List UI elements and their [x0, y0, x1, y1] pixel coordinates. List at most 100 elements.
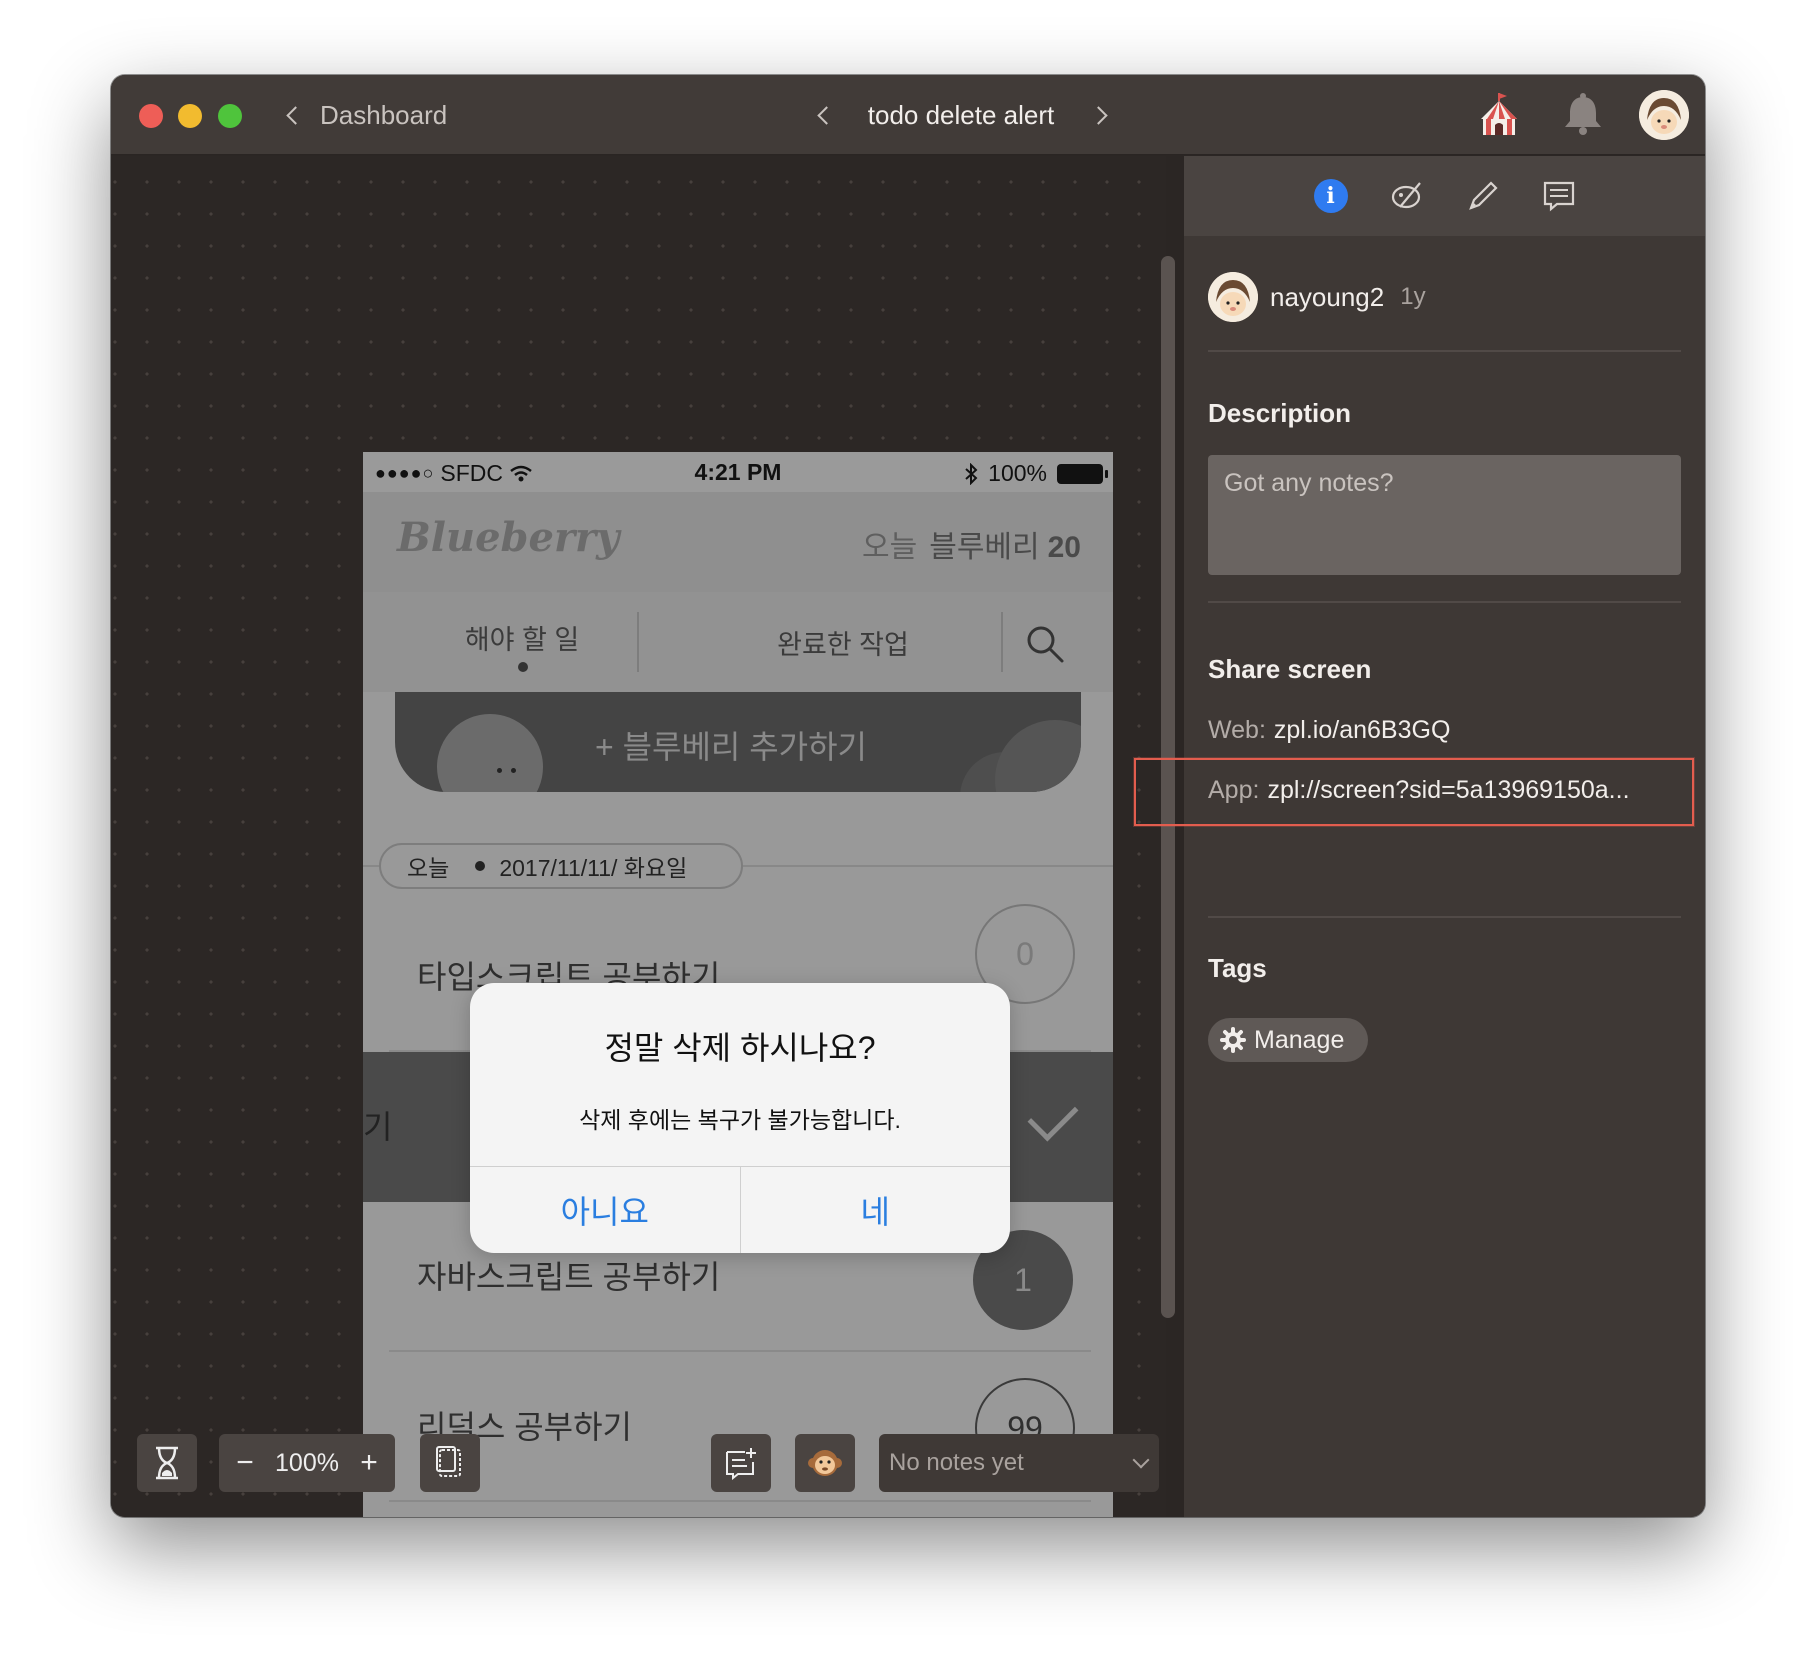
description-heading: Description [1208, 398, 1352, 428]
owner-avatar[interactable] [1208, 272, 1258, 322]
tags-heading: Tags [1208, 953, 1267, 983]
add-note-button[interactable] [711, 1434, 771, 1492]
app-tabs: 해야 할 일 완료한 작업 [363, 592, 1113, 692]
add-blueberry-label: + 블루베리 추가하기 [595, 729, 867, 765]
date-value: 2017/11/11/ 화요일 [499, 855, 688, 881]
user-avatar[interactable] [1639, 90, 1689, 140]
description-input[interactable] [1208, 455, 1681, 575]
back-link-label: Dashboard [320, 99, 448, 130]
today-label: 오늘 [862, 531, 918, 564]
delete-alert-dialog: 정말 삭제 하시나요? 삭제 후에는 복구가 불가능합니다. 아니요 네 [470, 983, 1010, 1253]
zoom-in-button[interactable]: + [357, 1446, 381, 1480]
battery-percent: 100% [988, 460, 1047, 486]
blueberry-logo: Blueberry [397, 514, 620, 561]
tab-todo-label: 해야 할 일 [464, 624, 580, 655]
frame-icon [436, 1446, 461, 1477]
share-screen-heading: Share screen [1208, 654, 1372, 684]
tab-draw[interactable] [1463, 176, 1503, 216]
inspector-tabs: i [1184, 156, 1705, 236]
previous-screen-button[interactable] [804, 95, 844, 135]
decorative-bubble [995, 720, 1081, 792]
section-divider [1208, 601, 1681, 603]
date-badge: 오늘 2017/11/11/ 화요일 [379, 843, 743, 889]
alert-confirm-button[interactable]: 네 [739, 1167, 1011, 1253]
ios-status-bar: ●●●●○ SFDC 4:21 PM 100% [363, 452, 1113, 492]
title-bar: Dashboard todo delete alert [111, 75, 1705, 155]
back-to-dashboard-link[interactable]: Dashboard [283, 95, 447, 135]
chevron-right-icon [1089, 105, 1108, 125]
row-divider [389, 1500, 1091, 1502]
search-icon[interactable] [1023, 622, 1067, 666]
count-label: 블루베리 [929, 531, 1040, 564]
owner-timestamp: 1y [1400, 283, 1426, 310]
alert-title: 정말 삭제 하시나요? [604, 1030, 876, 1066]
notes-dropdown-label: No notes yet [889, 1449, 1024, 1476]
tab-divider [1001, 612, 1003, 672]
screen-title: todo delete alert [867, 99, 1055, 130]
minimize-window-button[interactable] [178, 104, 202, 128]
todo-label: 기 [363, 1109, 393, 1145]
alert-cancel-button[interactable]: 아니요 [470, 1167, 740, 1253]
avatar-face-icon [1208, 272, 1258, 322]
active-tab-indicator [518, 662, 528, 672]
bullet-icon [475, 861, 486, 871]
screen-navigation: todo delete alert [761, 95, 1161, 135]
info-icon: i [1313, 179, 1348, 213]
manage-tags-label: Manage [1254, 1025, 1345, 1054]
version-history-button[interactable] [137, 1434, 197, 1492]
section-divider [1208, 350, 1681, 352]
monkey-button[interactable] [795, 1434, 855, 1492]
toggle-frame-button[interactable] [420, 1434, 480, 1492]
hourglass-icon [156, 1446, 178, 1480]
tab-info[interactable]: i [1311, 176, 1351, 216]
section-divider [1208, 916, 1681, 918]
date-today-label: 오늘 [407, 855, 450, 881]
palette-icon [1391, 182, 1421, 209]
design-canvas[interactable]: ●●●●○ SFDC 4:21 PM 100% Blueberry 오늘 블루베… [111, 156, 1175, 1517]
count-value: 20 [1047, 531, 1081, 564]
circus-tent-icon[interactable] [1473, 89, 1525, 141]
web-link-label: Web: [1208, 716, 1266, 744]
notes-list-icon [1543, 181, 1574, 212]
add-note-icon [726, 1448, 756, 1480]
zoom-window-button[interactable] [218, 104, 242, 128]
web-link-url[interactable]: zpl.io/an6B3GQ [1274, 716, 1451, 744]
blueberry-face-icon [437, 714, 543, 792]
gear-icon [1220, 1027, 1246, 1053]
notes-dropdown[interactable]: No notes yet [879, 1434, 1159, 1492]
inspector-panel: i nayoung2 1y Description Got any notes?… [1184, 156, 1705, 1517]
tab-done-label: 완료한 작업 [777, 629, 909, 660]
screen-owner: nayoung2 1y [1208, 272, 1426, 322]
battery-icon [1057, 463, 1108, 484]
tab-done[interactable]: 완료한 작업 [683, 592, 1003, 692]
alert-message: 삭제 후에는 복구가 불가능합니다. [579, 1107, 901, 1133]
avatar-face-icon [1639, 90, 1689, 140]
today-count: 오늘 블루베리 20 [862, 522, 1081, 566]
next-screen-button[interactable] [1078, 95, 1118, 135]
chevron-down-icon [1132, 1451, 1150, 1469]
web-share-link[interactable]: Web: zpl.io/an6B3GQ [1208, 716, 1450, 745]
app-header: Blueberry 오늘 블루베리 20 [363, 492, 1113, 592]
tab-notes[interactable] [1539, 176, 1579, 216]
zoom-level: 100% [275, 1448, 339, 1477]
todo-label: 자바스크립트 공부하기 [417, 1259, 721, 1295]
app-link-highlight [1134, 758, 1694, 826]
monkey-icon [808, 1450, 842, 1476]
chevron-left-icon [286, 105, 305, 125]
alert-buttons: 아니요 네 [470, 1166, 1010, 1253]
tab-todo[interactable]: 해야 할 일 [363, 592, 681, 692]
zoom-out-button[interactable]: − [233, 1446, 257, 1480]
tab-styleguide[interactable] [1387, 176, 1427, 216]
status-right: 100% [964, 460, 1108, 487]
manage-tags-button[interactable]: Manage [1208, 1018, 1369, 1062]
zoom-control: − 100% + [219, 1434, 395, 1492]
bell-icon[interactable] [1557, 89, 1609, 141]
checkmark-icon[interactable] [1027, 1090, 1079, 1142]
owner-username[interactable]: nayoung2 [1270, 282, 1384, 313]
add-blueberry-button[interactable]: + 블루베리 추가하기 [395, 692, 1081, 792]
chevron-left-icon [817, 105, 836, 125]
bluetooth-icon [965, 462, 978, 485]
close-window-button[interactable] [139, 104, 163, 128]
pen-icon [1468, 181, 1498, 210]
tab-divider [637, 612, 639, 672]
